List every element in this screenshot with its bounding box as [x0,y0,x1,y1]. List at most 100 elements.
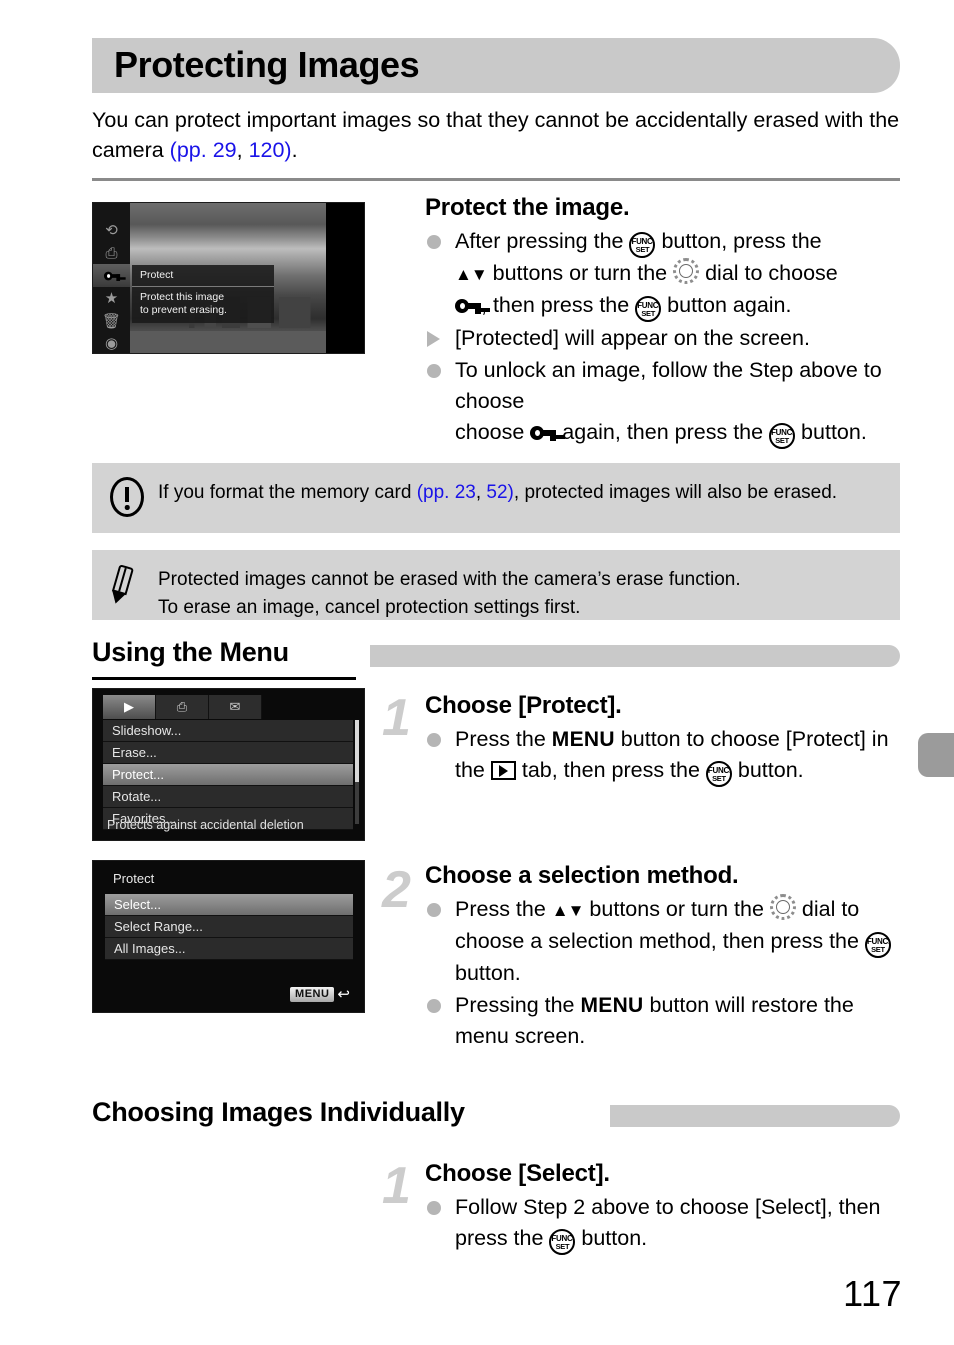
page-ref-120[interactable]: 120) [249,138,292,162]
ref-separator: , [475,482,487,503]
menu-item-list: Slideshow... Erase... Protect... Rotate.… [103,720,353,830]
menu-hint-text: Protects against accidental deletion [107,818,304,832]
bullet-text-a: Pressing the [455,993,581,1017]
section-bar [610,1105,900,1127]
page-title: Protecting Images [114,43,420,85]
note-pencil-icon [108,564,150,606]
favorites-star-icon[interactable]: ★ [93,287,130,310]
bullet-text-b: button, press the [655,229,822,253]
protect-option-select[interactable]: Select... [105,894,353,916]
step-number-1: 1 [382,1157,411,1215]
instruction-heading: Choose [Select]. [425,1160,610,1187]
overlay-description-line2: to prevent erasing. [140,304,227,316]
func-menu-sidebar: ⟲ ⎙ ★ 🗑 ◉ [93,203,130,353]
control-dial-icon [769,894,796,920]
bullet-item: To unlock an image, follow the Step abov… [425,355,903,449]
bullet-text-d: button. [455,961,521,985]
callout-important-body: If you format the memory card (pp. 23, 5… [92,463,900,525]
bullet-text-c: buttons or turn the [486,261,674,285]
bullet-item: Pressing the MENU button will restore th… [425,990,903,1052]
intro-paragraph: You can protect important images so that… [92,105,904,165]
step-number-1: 1 [382,689,411,747]
func-set-button-icon: FUNC. SET [635,296,662,322]
menu-item-erase[interactable]: Erase... [103,742,353,764]
section-underline [92,677,356,680]
instruction-step-1-choose-protect: Choose [Protect]. Press the MENU button … [425,690,903,788]
photo-water [130,330,326,353]
section-header-using-the-menu: Using the Menu [92,637,900,680]
menu-button-label: MENU [551,728,615,751]
bullet-dot-icon [427,235,441,249]
bullet-item: Press the ▲▼ buttons or turn the dial to… [425,894,903,989]
func-set-button-icon: FUNC. SET [549,1229,576,1255]
menu-item-slideshow[interactable]: Slideshow... [103,720,353,742]
bullet-item: After pressing the FUNC. SET button, pres… [425,226,903,322]
settings-tab-icon[interactable]: ✉ [209,695,262,719]
instruction-protect-the-image: Protect the image. After pressing the FU… [425,192,903,450]
protect-option-list: Select... Select Range... All Images... [105,894,353,960]
bullet-text-a: Follow Step 2 above to choose [Select], … [455,1195,881,1250]
bullet-dot-icon [427,999,441,1013]
erase-trash-icon[interactable]: 🗑 [93,310,130,333]
result-item: [Protected] will appear on the screen. [425,323,903,354]
divider-rule-top [92,178,900,181]
protect-option-all-images[interactable]: All Images... [105,938,353,960]
protect-option-select-range[interactable]: Select Range... [105,916,353,938]
menu-item-protect[interactable]: Protect... [103,764,353,786]
bullet-text-d: button. [731,758,804,782]
ref-separator: , [236,138,249,162]
bullet-item: Follow Step 2 above to choose [Select], … [425,1192,903,1255]
protect-screen-title: Protect [113,871,155,886]
bullet-item: Press the MENU button to choose [Protect… [425,724,903,787]
rotate-icon[interactable]: ⟲ [93,219,130,242]
menu-button-label: MENU [580,994,644,1017]
camera-screen-protect-selection: Protect Select... Select Range... All Im… [92,860,365,1013]
playback-tab-icon[interactable]: ▶ [103,695,156,719]
func-set-button-icon: FUNC. SET [864,932,891,958]
instruction-heading: Protect the image. [425,194,630,221]
page-ref-23[interactable]: (pp. 23 [417,482,476,503]
func-set-button-icon: FUNC. SET [629,232,656,258]
bullet-text-d: button. [795,420,867,444]
result-triangle-icon [427,331,440,347]
section-bar [370,645,900,667]
menu-badge-label: MENU [290,987,335,1002]
camera-screen-protect-overlay: ⟲ ⎙ ★ 🗑 ◉ Protect Protect this image to … [92,202,365,354]
bullet-text-e: , then press the [481,293,636,317]
up-down-buttons-icon: ▲▼ [455,265,488,284]
key-glyph [103,271,120,281]
menu-scrollbar[interactable] [355,720,359,824]
section-title: Using the Menu [92,637,303,668]
callout-text-tail: , protected images will also be erased. [513,482,838,503]
bullet-dot-icon [427,1201,441,1215]
menu-item-rotate[interactable]: Rotate... [103,786,353,808]
manual-page: Protecting Images You can protect import… [0,0,954,1345]
up-down-buttons-icon: ▲▼ [551,901,585,920]
bullet-text-a: After pressing the [455,229,630,253]
bullet-text-a: To unlock an image, follow the Step abov… [455,358,882,413]
menu-return-badge[interactable]: MENU ↩ [290,987,350,1002]
instruction-heading: Choose [Protect]. [425,692,622,719]
bullet-text-c: tab, then press the [515,758,706,782]
callout-important: If you format the memory card (pp. 23, 5… [92,463,900,533]
func-set-button-icon: FUNC. SET [769,423,796,449]
page-ref-52[interactable]: 52) [486,482,513,503]
important-exclamation-icon [110,477,150,519]
page-number: 117 [843,1273,902,1314]
chapter-edge-tab [918,733,954,777]
callout-note: Protected images cannot be erased with t… [92,550,900,620]
instruction-step-1-choose-select: Choose [Select]. Follow Step 2 above to … [425,1158,903,1256]
protect-key-icon[interactable] [93,264,130,288]
page-title-banner: Protecting Images [92,38,900,93]
return-arrow-icon: ↩ [337,986,350,1003]
control-dial-icon [673,258,700,284]
overlay-title: Protect [132,265,274,287]
step-number-2: 2 [382,861,411,919]
overlay-description-line1: Protect this image [140,291,225,303]
print-tab-icon[interactable]: ⎙ [156,695,209,719]
print-icon[interactable]: ⎙ [93,242,130,265]
bullet-text-f: button again. [661,293,792,317]
page-ref-29[interactable]: (pp. 29 [170,138,237,162]
playback-icon[interactable]: ◉ [93,332,130,353]
section-header-choosing-images-individually: Choosing Images Individually [92,1097,900,1130]
